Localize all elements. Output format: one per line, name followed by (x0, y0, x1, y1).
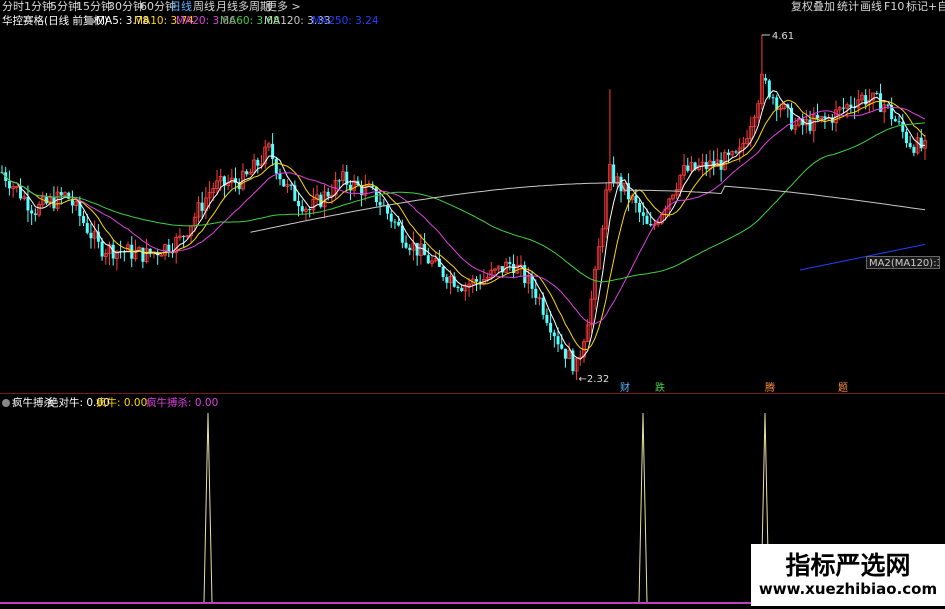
candle-body (456, 286, 460, 289)
candle-body (823, 116, 827, 119)
candle-body (560, 344, 564, 349)
indicator-label-2: 疯牛搏杀: 0.00 (146, 397, 219, 409)
indicator-label-1: 疯牛: 0.00 (96, 397, 148, 409)
candle-body (374, 186, 378, 203)
candle-body (256, 159, 260, 166)
candle-body (634, 195, 638, 203)
candle-body (289, 184, 293, 186)
candle-body (641, 212, 645, 216)
candle-body (393, 221, 397, 223)
candle-body (100, 241, 104, 257)
candle-body (141, 247, 145, 262)
candle-body (534, 288, 538, 298)
candle-body (274, 158, 278, 174)
event-marker-2: 腾 (765, 383, 775, 394)
candle-body (912, 146, 916, 153)
ma10-line (1, 99, 926, 351)
candle-body (545, 314, 549, 323)
watermark-title: 指标严选网 (785, 551, 911, 580)
candle-body (734, 151, 738, 153)
candle-body (386, 205, 390, 214)
candle-body (308, 209, 312, 211)
candlestick-chart: 4.61 ←2.32 (0, 31, 927, 603)
candle-body (7, 181, 11, 189)
watermark: 指标严选网 www.xuezhibiao.com (751, 544, 945, 606)
candle-body (389, 213, 393, 222)
event-marker-3: 题 (838, 383, 848, 394)
candle-body (552, 332, 556, 337)
candle-body (426, 255, 430, 264)
candle-body (200, 202, 204, 211)
candle-body (886, 104, 890, 106)
candle-body (771, 97, 775, 99)
candle-body (686, 165, 690, 171)
ma60-line (1, 122, 926, 283)
candle-body (30, 210, 34, 214)
candle-body (474, 279, 478, 282)
candle-body (441, 266, 445, 278)
event-marker-0: 财 (620, 383, 630, 394)
candle-body (44, 197, 48, 204)
indicator-spike (203, 412, 213, 603)
candle-body (300, 206, 304, 212)
panel-separator (0, 393, 945, 394)
ma2-value-box: MA2(MA120):3.26 (866, 256, 940, 269)
candle-body (816, 114, 820, 119)
indicator-spike (638, 412, 648, 603)
candle-body (159, 254, 164, 257)
candle-body (541, 297, 545, 315)
candle-body (326, 191, 330, 197)
candle-body (89, 232, 93, 239)
event-marker-1: 跌 (655, 383, 665, 394)
candle-body (919, 137, 923, 149)
candle-body (649, 223, 653, 226)
low-price-label: ←2.32 (579, 374, 610, 385)
candle-body (875, 92, 879, 94)
candle-body (556, 336, 560, 345)
candle-body (712, 161, 716, 167)
candle-body (378, 202, 382, 206)
candle-body (901, 122, 905, 132)
candle-body (808, 119, 812, 131)
candle-body (278, 173, 282, 180)
candle-body (849, 104, 853, 108)
ma5-line (1, 90, 926, 360)
candle-body (82, 216, 86, 223)
candle-body (337, 180, 341, 182)
candle-body (297, 200, 301, 207)
candle-body (638, 202, 642, 213)
candle-body (282, 179, 286, 187)
candle-body (508, 262, 512, 264)
candle-body (59, 192, 63, 196)
candle-body (563, 348, 567, 359)
candle-body (404, 242, 408, 248)
candle-body (908, 143, 912, 147)
candle-body (893, 119, 897, 122)
candle-body (245, 171, 249, 175)
candle-body (904, 131, 908, 144)
candle-body (727, 152, 731, 156)
candle-body (33, 213, 37, 215)
candle-body (612, 164, 616, 184)
candle-body (549, 322, 553, 333)
candle-body (841, 107, 845, 109)
candle-body (460, 288, 464, 291)
candle-body (764, 78, 768, 81)
high-price-label: 4.61 (772, 31, 794, 42)
candle-body (415, 242, 419, 256)
candle-body (523, 265, 527, 284)
candle-body (182, 236, 186, 238)
watermark-url: www.xuezhibiao.com (758, 580, 938, 598)
candle-body (645, 215, 649, 224)
indicator-settings-icon[interactable] (2, 399, 10, 407)
candle-body (397, 222, 401, 226)
candle-body (26, 196, 30, 211)
candle-body (85, 222, 89, 233)
candle-body (408, 247, 412, 251)
candles (0, 35, 927, 380)
candle-body (897, 121, 901, 123)
candle-body (445, 277, 449, 283)
